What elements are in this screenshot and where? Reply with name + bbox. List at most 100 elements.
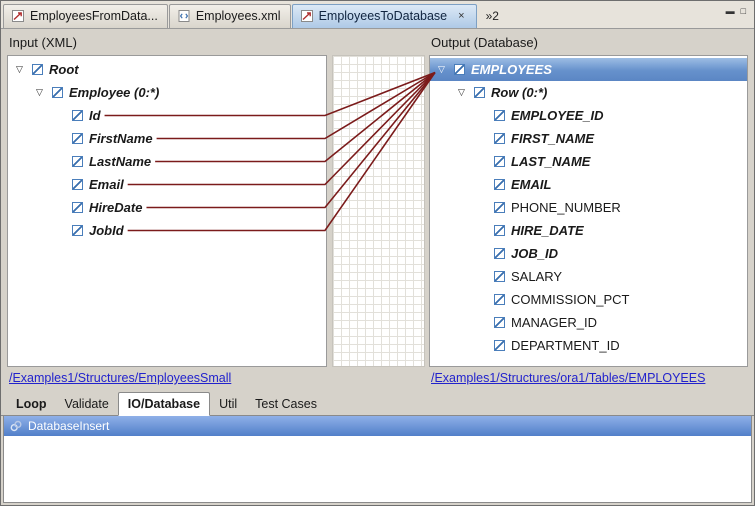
output-panel: ▽ EMPLOYEES ▽Row (0:*) EMPLOYEE_ID FIRST_NAM…	[429, 55, 748, 367]
tree-item[interactable]: LastName	[8, 150, 326, 173]
minimize-icon[interactable]: ▬	[726, 5, 735, 17]
tree-item[interactable]: PHONE_NUMBER	[430, 196, 747, 219]
tree-item[interactable]: Id	[8, 104, 326, 127]
list-item[interactable]: DatabaseInsert	[4, 416, 751, 436]
element-icon	[52, 87, 63, 98]
tree-item-label: Id	[89, 108, 101, 123]
bottom-tab[interactable]: Util	[210, 393, 246, 415]
bottom-tab-bar: LoopValidateIO/DatabaseUtilTest Cases	[1, 391, 754, 416]
tree-item[interactable]: FirstName	[8, 127, 326, 150]
tree-item-label: DEPARTMENT_ID	[511, 338, 620, 353]
bottom-list: DatabaseInsert	[4, 416, 751, 436]
tree-item-label: LAST_NAME	[511, 154, 590, 169]
expand-caret-icon[interactable]: ▽	[458, 88, 474, 97]
tree-item[interactable]: Email	[8, 173, 326, 196]
tree-item[interactable]: ▽Row (0:*)	[430, 81, 747, 104]
tree-item[interactable]: FIRST_NAME	[430, 127, 747, 150]
editor-tab-label: EmployeesFromData...	[30, 9, 158, 23]
tree-item[interactable]: HIRE_DATE	[430, 219, 747, 242]
bottom-tab[interactable]: Loop	[7, 393, 56, 415]
output-structure-link[interactable]: /Examples1/Structures/ora1/Tables/EMPLOY…	[431, 371, 705, 385]
tree-item[interactable]: JOB_ID	[430, 242, 747, 265]
tree-item[interactable]: ▽ EMPLOYEES	[430, 58, 747, 81]
element-icon	[494, 133, 505, 144]
input-panel-title: Input (XML)	[9, 35, 77, 50]
expand-caret-icon[interactable]: ▽	[16, 65, 32, 74]
tree-item[interactable]: ▽ Employee (0:*)	[8, 81, 326, 104]
element-icon	[72, 202, 83, 213]
tab-overflow-button[interactable]: »2	[486, 9, 499, 23]
bottom-tab[interactable]: IO/Database	[118, 392, 210, 416]
tree-item[interactable]: ▽ Root	[8, 58, 326, 81]
tree-item[interactable]: COMMISSION_PCT	[430, 288, 747, 311]
element-icon	[72, 225, 83, 236]
mapping-canvas[interactable]	[332, 55, 425, 367]
input-tree: ▽ Root ▽ Employee (0:*) Id FirstName LastName E…	[8, 56, 326, 242]
editor-tabs: EmployeesFromData... Employees.xml Employe…	[3, 3, 478, 28]
tree-item-label: FirstName	[89, 131, 153, 146]
bottom-tab[interactable]: Validate	[56, 393, 118, 415]
element-icon	[494, 294, 505, 305]
element-icon	[494, 271, 505, 282]
input-structure-link[interactable]: /Examples1/Structures/EmployeesSmall	[9, 371, 231, 385]
expand-caret-icon[interactable]: ▽	[36, 88, 52, 97]
editor-tab[interactable]: EmployeesFromData...	[3, 4, 168, 28]
panel-headers: Input (XML) Output (Database)	[1, 29, 754, 55]
tree-item[interactable]: LAST_NAME	[430, 150, 747, 173]
tree-item[interactable]: SALARY	[430, 265, 747, 288]
mapping-region: ▽ Root ▽ Employee (0:*) Id FirstName LastName E…	[1, 55, 754, 367]
tree-item-label: COMMISSION_PCT	[511, 292, 629, 307]
tree-item[interactable]: JobId	[8, 219, 326, 242]
element-icon	[494, 340, 505, 351]
tree-item-label: HIRE_DATE	[511, 223, 584, 238]
expand-caret-icon[interactable]: ▽	[438, 65, 454, 74]
tree-item-label: JobId	[89, 223, 124, 238]
tree-item-label: Email	[89, 177, 124, 192]
tree-item-label: PHONE_NUMBER	[511, 200, 621, 215]
element-icon	[72, 110, 83, 121]
tree-item[interactable]: MANAGER_ID	[430, 311, 747, 334]
element-icon	[72, 156, 83, 167]
element-icon	[494, 248, 505, 259]
tree-item-label: FIRST_NAME	[511, 131, 594, 146]
xml-file-icon	[177, 9, 191, 23]
editor-tab[interactable]: EmployeesToDatabase×	[292, 4, 477, 28]
element-icon	[494, 110, 505, 121]
element-icon	[72, 133, 83, 144]
tree-item[interactable]: EMPLOYEE_ID	[430, 104, 747, 127]
tree-item-label: Root	[49, 62, 79, 77]
element-icon	[494, 202, 505, 213]
mapper-file-icon	[11, 9, 25, 23]
element-icon	[494, 179, 505, 190]
view-buttons: ▬ □	[722, 3, 750, 19]
editor-tab[interactable]: Employees.xml	[169, 4, 291, 28]
structure-links: /Examples1/Structures/EmployeesSmall /Ex…	[1, 367, 754, 391]
mapper-window: EmployeesFromData... Employees.xml Employe…	[0, 0, 755, 506]
element-icon	[32, 64, 43, 75]
output-panel-title: Output (Database)	[431, 35, 538, 50]
mapper-file-icon	[300, 9, 314, 23]
tree-item[interactable]: EMAIL	[430, 173, 747, 196]
element-icon	[454, 64, 465, 75]
element-icon	[494, 225, 505, 236]
editor-tab-label: Employees.xml	[196, 9, 281, 23]
tree-item-label: Employee (0:*)	[69, 85, 159, 100]
input-panel: ▽ Root ▽ Employee (0:*) Id FirstName LastName E…	[7, 55, 327, 367]
tree-item-label: EMPLOYEES	[471, 62, 552, 77]
tree-item-label: SALARY	[511, 269, 562, 284]
close-icon[interactable]: ×	[456, 10, 466, 22]
tree-item-label: LastName	[89, 154, 151, 169]
element-icon	[494, 317, 505, 328]
tree-item-label: HireDate	[89, 200, 142, 215]
tree-item-label: EMPLOYEE_ID	[511, 108, 603, 123]
editor-tab-bar: EmployeesFromData... Employees.xml Employe…	[1, 1, 754, 29]
maximize-icon[interactable]: □	[741, 5, 746, 17]
bottom-tab[interactable]: Test Cases	[246, 393, 326, 415]
element-icon	[72, 179, 83, 190]
element-icon	[494, 156, 505, 167]
bottom-panel: DatabaseInsert	[3, 416, 752, 503]
tree-item[interactable]: HireDate	[8, 196, 326, 219]
element-icon	[474, 87, 485, 98]
list-item-label: DatabaseInsert	[28, 419, 109, 433]
tree-item[interactable]: DEPARTMENT_ID	[430, 334, 747, 357]
